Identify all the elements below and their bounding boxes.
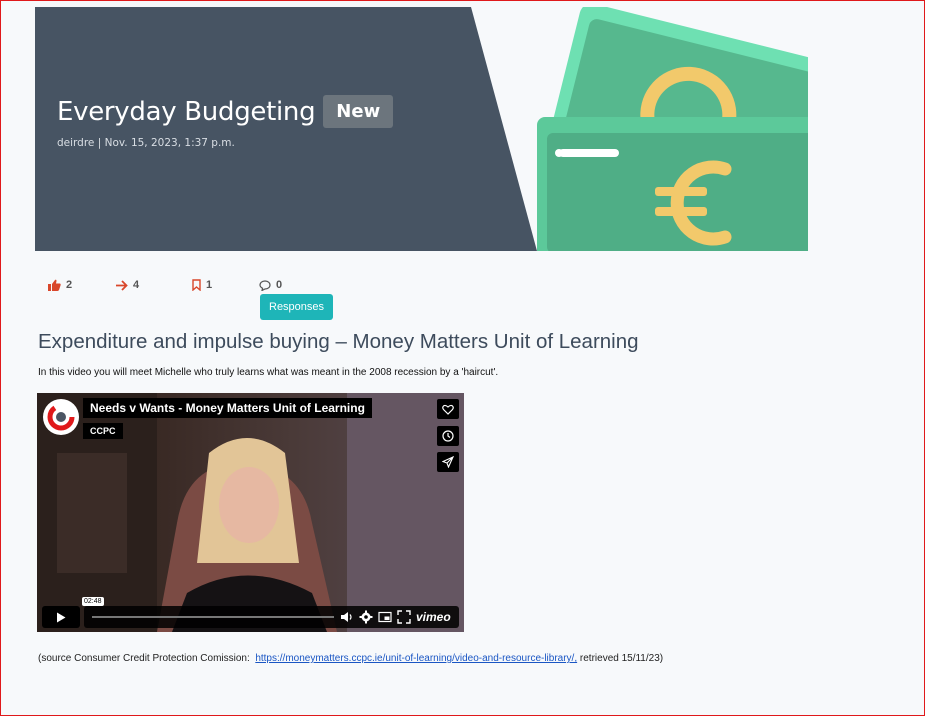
post-title: Everyday Budgeting [57, 96, 316, 127]
volume-icon[interactable] [340, 610, 354, 624]
clock-icon [442, 430, 454, 442]
section-heading: Expenditure and impulse buying – Money M… [38, 330, 639, 353]
video-timestamp: 02:48 [82, 597, 104, 606]
thumbs-up-icon [48, 279, 61, 291]
settings-gear-icon[interactable] [359, 610, 373, 624]
bookmark-stat[interactable]: 1 [192, 279, 212, 291]
play-icon [57, 612, 66, 622]
source-suffix: retrieved 15/11/23) [579, 653, 664, 664]
post-meta: deirdre | Nov. 15, 2023, 1:37 p.m. [57, 137, 235, 149]
video-title[interactable]: Needs v Wants - Money Matters Unit of Le… [83, 398, 372, 418]
share-stat[interactable]: 4 [116, 279, 139, 291]
comment-count: 0 [276, 279, 283, 291]
comment-icon [259, 279, 271, 291]
post-banner: Everyday Budgeting New deirdre | Nov. 15… [35, 7, 808, 251]
bookmark-count: 1 [206, 279, 213, 291]
share-video-button[interactable] [437, 452, 459, 472]
heart-icon [442, 404, 454, 415]
bookmark-icon [192, 279, 201, 291]
play-button[interactable] [42, 606, 80, 628]
progress-track[interactable] [92, 616, 334, 618]
send-icon [442, 456, 454, 468]
video-control-bar: vimeo [84, 606, 459, 628]
responses-button[interactable]: Responses [260, 294, 334, 320]
vimeo-logo[interactable]: vimeo [416, 610, 451, 624]
like-video-button[interactable] [437, 399, 459, 419]
comment-stat[interactable]: 0 [259, 279, 282, 291]
source-link[interactable]: https://moneymatters.ccpc.ie/unit-of-lea… [255, 653, 577, 664]
like-count: 2 [66, 279, 73, 291]
fullscreen-icon[interactable] [397, 610, 411, 624]
share-count: 4 [133, 279, 140, 291]
money-illustration [537, 7, 808, 251]
source-citation: (source Consumer Credit Protection Comis… [38, 653, 663, 664]
arrow-right-icon [116, 279, 128, 291]
channel-logo[interactable] [43, 399, 79, 435]
watch-later-button[interactable] [437, 426, 459, 446]
video-author[interactable]: CCPC [83, 423, 123, 439]
picture-in-picture-icon[interactable] [378, 610, 392, 624]
like-stat[interactable]: 2 [48, 279, 72, 291]
ccpc-logo-icon [47, 403, 75, 431]
intro-text: In this video you will meet Michelle who… [38, 367, 499, 378]
source-prefix: (source Consumer Credit Protection Comis… [38, 653, 250, 664]
new-badge: New [323, 95, 394, 128]
